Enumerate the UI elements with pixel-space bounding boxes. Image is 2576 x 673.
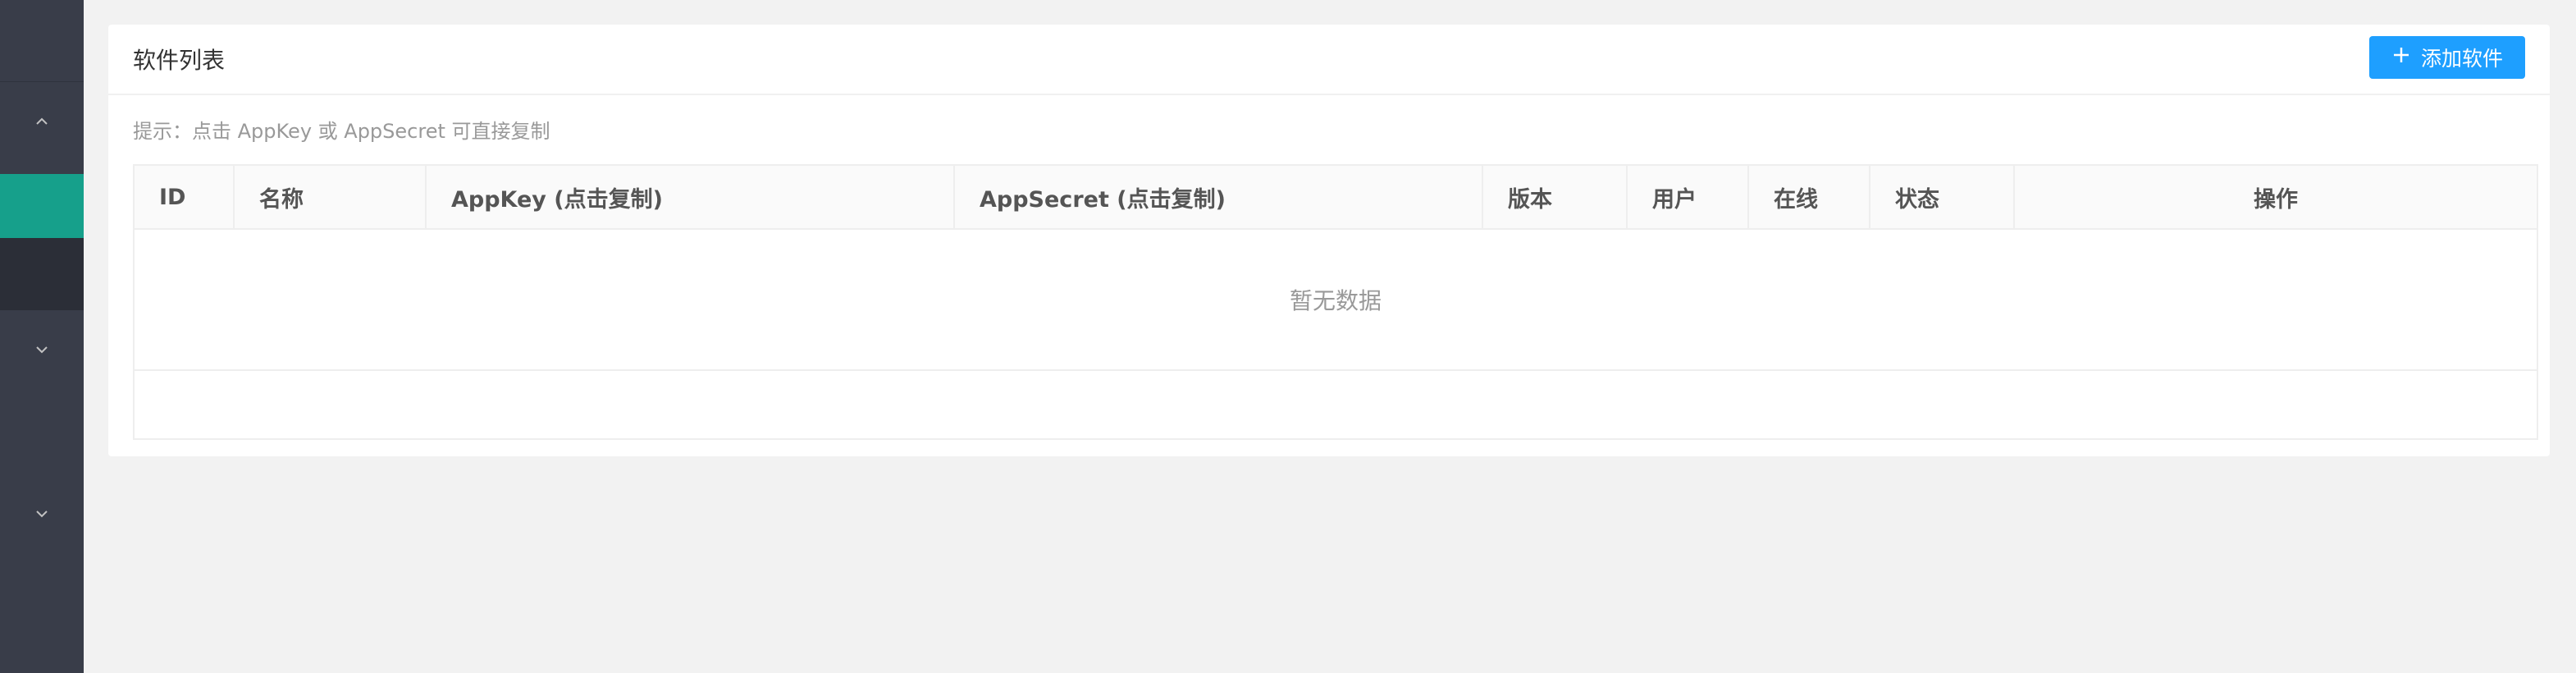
page-title: 软件列表: [133, 47, 226, 74]
column-header-version: 版本: [1483, 166, 1628, 228]
column-header-actions: 操作: [2254, 186, 2298, 213]
sidebar-subitem[interactable]: [0, 238, 84, 310]
sidebar-group-3[interactable]: [0, 474, 84, 556]
software-table: ID 名称 AppKey (点击复制) AppSecret (点击复制) 版本 …: [133, 164, 2538, 440]
chevron-down-icon: [32, 340, 52, 363]
add-software-label: 添加软件: [2420, 47, 2503, 71]
tip-text: 提示：点击 AppKey 或 AppSecret 可直接复制: [133, 120, 550, 143]
column-header-status: 状态: [1870, 166, 2015, 228]
sidebar-group-1[interactable]: [0, 82, 84, 164]
empty-state-text: 暂无数据: [135, 230, 2537, 371]
sidebar-group-2[interactable]: [0, 310, 84, 392]
column-header-appkey: AppKey (点击复制): [427, 166, 955, 228]
column-header-online: 在线: [1749, 166, 1870, 228]
table-header: ID 名称 AppKey (点击复制) AppSecret (点击复制) 版本 …: [135, 166, 2537, 230]
add-software-button[interactable]: 添加软件: [2369, 36, 2525, 79]
plus-icon: [2391, 45, 2411, 70]
sidebar-logo-area: [0, 0, 84, 82]
card-header: 软件列表 添加软件: [108, 25, 2550, 95]
column-header-name: 名称: [235, 166, 427, 228]
software-list-card: 软件列表 添加软件 提示：点击 AppKey 或 AppSecret 可直接复制…: [108, 25, 2550, 456]
chevron-down-icon: [32, 504, 52, 527]
chevron-up-icon: [32, 112, 52, 135]
column-header-id: ID: [135, 166, 235, 228]
column-header-users: 用户: [1628, 166, 1749, 228]
sidebar-item-active[interactable]: [0, 174, 84, 238]
sidebar: [0, 0, 84, 673]
column-header-appsecret: AppSecret (点击复制): [955, 166, 1483, 228]
